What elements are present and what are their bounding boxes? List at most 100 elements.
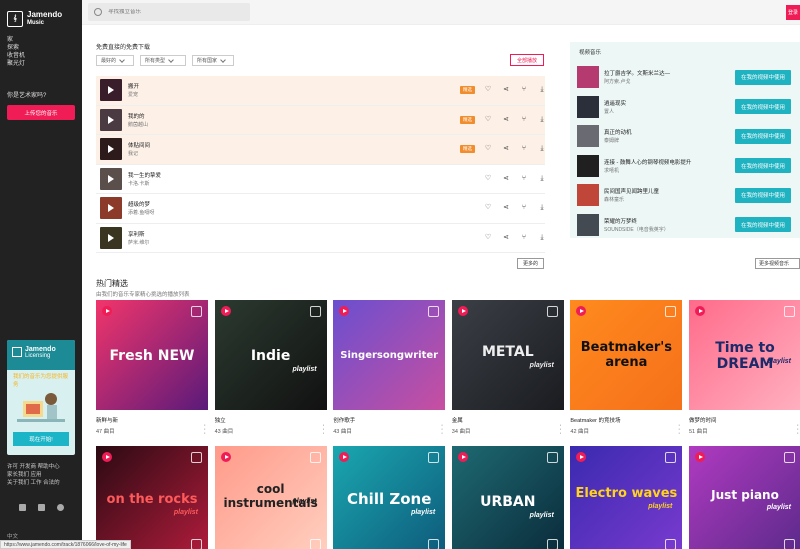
playlist-card[interactable]: METAL playlist 金属 34 曲目 · · · xyxy=(451,300,564,437)
video-track-name[interactable]: 逍遥现实 xyxy=(604,99,729,107)
video-track-cover[interactable] xyxy=(577,184,599,206)
play-icon[interactable] xyxy=(102,306,112,316)
use-in-video-button[interactable]: 在我的视频中使用 xyxy=(735,217,791,232)
video-track-cover[interactable] xyxy=(577,95,599,118)
nav-item-radio[interactable]: 收音机 xyxy=(7,52,82,60)
play-icon[interactable] xyxy=(339,452,350,462)
video-music-row[interactable]: 连接 - 鼓舞人心的钢琴视频电影提升 求嘻机 在我的视频中使用 xyxy=(577,153,797,179)
playlist-cover[interactable]: Electro waves playlist xyxy=(570,446,683,549)
footer-link-apps[interactable]: 应用 xyxy=(31,472,42,478)
heart-icon[interactable]: ♡ xyxy=(484,175,492,183)
track-row[interactable]: 体贴间间 我记 精选 ♡ ⋖ ⑂ ⤓ xyxy=(96,135,545,165)
add-to-playlist-icon[interactable]: ⑂ xyxy=(520,234,528,242)
playlist-card[interactable]: URBAN playlist xyxy=(451,446,564,549)
footer-link-developers[interactable]: 开发商 xyxy=(20,464,37,470)
video-music-row[interactable]: 真正的动机 泰姆牌 在我的视频中使用 xyxy=(577,123,797,149)
share-icon[interactable]: ⋖ xyxy=(502,204,510,212)
download-icon[interactable]: ⤓ xyxy=(538,116,546,124)
playlist-cover[interactable]: Time to DREAM playlist xyxy=(689,300,800,410)
footer-link-jobs[interactable]: 工作 xyxy=(31,480,42,486)
video-track-name[interactable]: 拉丁爵吉学。文斯米兰达— xyxy=(604,69,729,77)
download-icon[interactable]: ⤓ xyxy=(538,175,546,183)
add-to-playlist-icon[interactable]: ⑂ xyxy=(520,145,528,153)
video-music-row[interactable]: 逍遥现实 置人 在我的视频中使用 xyxy=(577,94,797,120)
track-row[interactable]: 我一生的挚爱 卡洛.卡斯 ♡ ⋖ ⑂ ⤓ xyxy=(96,165,546,194)
playlist-cover[interactable]: Chill Zone playlist xyxy=(333,446,446,549)
more-tracks-button[interactable]: 更多的 xyxy=(517,258,544,269)
playlist-card[interactable]: on the rocks playlist xyxy=(96,446,208,549)
more-options-icon[interactable]: · · · xyxy=(441,422,443,437)
share-icon[interactable]: ⋖ xyxy=(502,175,510,183)
heart-icon[interactable]: ♡ xyxy=(484,234,492,242)
video-music-row[interactable]: 荣耀的万梦终 SOUNDSIDE（电音我英字） 在我的视频中使用 xyxy=(577,212,797,238)
nav-item-explore[interactable]: 探索 xyxy=(7,44,82,52)
play-icon[interactable] xyxy=(576,452,587,462)
track-cover[interactable] xyxy=(100,108,122,131)
share-icon[interactable]: ⋖ xyxy=(502,116,510,124)
play-icon[interactable] xyxy=(102,452,112,462)
heart-icon[interactable]: ♡ xyxy=(484,204,492,212)
filter-country[interactable]: 所有国家 xyxy=(192,55,234,66)
track-row[interactable]: 超级的梦 添着.鱼嗝呀 ♡ ⋖ ⑂ ⤓ xyxy=(96,194,545,224)
track-artist[interactable]: 卡洛.卡斯 xyxy=(128,180,328,187)
nav-item-home[interactable]: 家 xyxy=(7,36,82,44)
playlist-card[interactable]: Chill Zone playlist xyxy=(333,446,446,549)
track-name[interactable]: 体贴间间 xyxy=(128,141,328,149)
share-icon[interactable]: ⋖ xyxy=(502,145,510,153)
playlist-cover[interactable]: Beatmaker's arena xyxy=(570,300,683,410)
playlist-cover[interactable]: URBAN playlist xyxy=(451,446,564,549)
filter-sort[interactable]: 最好的 xyxy=(96,55,134,66)
track-name[interactable]: 享利斯 xyxy=(128,230,328,238)
add-to-playlist-icon[interactable]: ⑂ xyxy=(520,204,528,212)
heart-icon[interactable]: ♡ xyxy=(484,116,492,124)
play-icon[interactable] xyxy=(220,452,231,462)
language-selector[interactable]: 中文 xyxy=(7,532,18,540)
video-track-artist[interactable]: 泰姆牌 xyxy=(604,137,729,144)
playlist-card[interactable]: Just piano playlist xyxy=(689,446,800,549)
use-in-video-button[interactable]: 在我的视频中使用 xyxy=(735,99,791,114)
playlist-card[interactable]: Indie playlist 独立 43 曲目 · · · xyxy=(214,300,327,437)
playlist-name[interactable]: 金属 xyxy=(452,416,564,424)
share-icon[interactable]: ⋖ xyxy=(502,234,510,242)
track-artist[interactable]: 鹅茵越山 xyxy=(128,121,328,128)
video-track-cover[interactable] xyxy=(577,154,599,177)
search-input[interactable] xyxy=(108,9,228,15)
video-track-name[interactable]: 真正的动机 xyxy=(604,128,729,136)
footer-link-licensing[interactable]: 许可 xyxy=(7,464,18,470)
use-in-video-button[interactable]: 在我的视频中使用 xyxy=(735,69,791,85)
playlist-name[interactable]: 新鲜与新 xyxy=(96,416,208,424)
footer-link-legal[interactable]: 合法的 xyxy=(43,480,60,486)
playlist-card[interactable]: Beatmaker's arena Beatmaker 的竞技场 42 曲目 · · · xyxy=(570,300,683,437)
play-icon[interactable] xyxy=(220,306,231,316)
video-track-cover[interactable] xyxy=(577,125,599,147)
more-video-music-button[interactable]: 更多视频音乐 xyxy=(755,258,800,269)
add-to-playlist-icon[interactable]: ⑂ xyxy=(520,175,528,183)
playlist-cover[interactable]: METAL playlist xyxy=(451,300,564,410)
play-icon[interactable] xyxy=(457,452,468,462)
footer-link-about[interactable]: 关于我们 xyxy=(7,480,29,486)
track-name[interactable]: 我一生的挚爱 xyxy=(128,171,328,179)
playlist-name[interactable]: 独立 xyxy=(215,416,327,424)
track-name[interactable]: 搬开 xyxy=(128,82,328,90)
instagram-icon[interactable] xyxy=(57,504,64,511)
track-artist[interactable]: 添着.鱼嗝呀 xyxy=(128,209,328,216)
download-icon[interactable]: ⤓ xyxy=(538,204,546,212)
use-in-video-button[interactable]: 在我的视频中使用 xyxy=(735,187,791,203)
playlist-cover[interactable]: Singersongwriter xyxy=(333,300,446,410)
track-artist[interactable]: 我记 xyxy=(128,150,328,157)
use-in-video-button[interactable]: 在我的视频中使用 xyxy=(735,158,791,173)
track-name[interactable]: 超级的梦 xyxy=(128,200,328,208)
track-cover[interactable] xyxy=(100,226,122,249)
more-options-icon[interactable]: · · · xyxy=(559,422,561,437)
play-icon[interactable] xyxy=(695,306,705,316)
licensing-promo[interactable]: Jamendo Licensing 我们的音乐为您提供服务 现在开始! xyxy=(7,340,75,455)
track-cover[interactable] xyxy=(100,167,122,190)
playlist-cover[interactable]: on the rocks playlist xyxy=(96,446,208,549)
more-options-icon[interactable]: · · · xyxy=(204,422,206,437)
video-track-name[interactable]: 民间国声见闻跨里儿童 xyxy=(604,187,729,195)
video-track-artist[interactable]: 置人 xyxy=(604,108,729,115)
track-name[interactable]: 我的的 xyxy=(128,112,328,120)
more-options-icon[interactable]: · · · xyxy=(678,422,680,437)
track-artist[interactable]: 爱宠 xyxy=(128,91,328,98)
use-in-video-button[interactable]: 在我的视频中使用 xyxy=(735,128,791,144)
